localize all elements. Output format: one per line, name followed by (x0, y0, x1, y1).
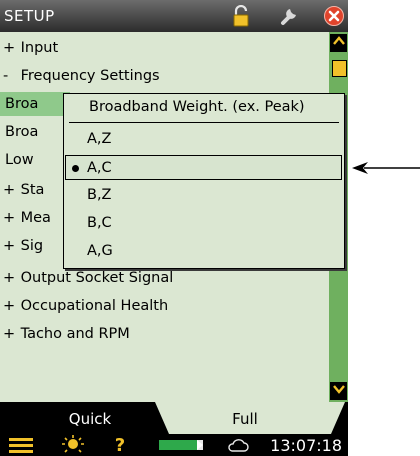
menu-item-statistics[interactable]: + Sta (0, 178, 44, 202)
menu-item-label: Sig (20, 238, 44, 254)
title-bar: SETUP (0, 0, 348, 32)
option-bz[interactable]: B,Z (67, 183, 341, 208)
tab-quick[interactable]: Quick (50, 402, 130, 434)
status-bar: ? 13:07:18 (0, 434, 348, 456)
popup-title: Broadband Weight. (ex. Peak) (89, 99, 305, 115)
chevron-up-icon (332, 36, 345, 45)
selected-bullet-icon (72, 165, 79, 172)
device-screen: SETUP + Input - Frequency Settings Broa … (0, 0, 348, 456)
popup-divider (69, 122, 339, 123)
broadband-weight-popup: Broadband Weight. (ex. Peak) A,Z A,C B,Z… (63, 93, 345, 269)
tab-bar: Quick Full (0, 402, 348, 434)
option-ac[interactable]: A,C (65, 155, 342, 180)
menu-item-low[interactable]: Low (0, 148, 34, 172)
menu-item-broadband-2[interactable]: Broa (0, 120, 38, 144)
menu-item-frequency-settings[interactable]: - Frequency Settings (0, 64, 160, 88)
menu-item-label: Mea (20, 210, 51, 226)
menu-icon[interactable] (8, 434, 34, 456)
light-icon[interactable] (60, 434, 86, 456)
menu-item-input[interactable]: + Input (0, 36, 58, 60)
cloud-icon (226, 434, 250, 456)
menu-item-label: Broa (5, 124, 39, 140)
tab-full[interactable]: Full (170, 402, 320, 434)
menu-item-measurement[interactable]: + Mea (0, 206, 51, 230)
option-bc[interactable]: B,C (67, 211, 341, 236)
lock-icon[interactable] (229, 4, 253, 28)
chevron-down-icon (332, 385, 345, 394)
menu-item-broadband-1[interactable]: Broa (0, 92, 70, 116)
menu-item-label: Tacho and RPM (20, 326, 130, 342)
option-ag[interactable]: A,G (67, 239, 341, 264)
menu-item-label: Occupational Health (20, 298, 169, 314)
menu-item-tacho-rpm[interactable]: + Tacho and RPM (0, 322, 130, 346)
menu-item-occupational-health[interactable]: + Occupational Health (0, 294, 168, 318)
menu-item-output-socket-signal[interactable]: + Output Socket Signal (0, 266, 173, 290)
menu-item-label: Output Socket Signal (20, 270, 174, 286)
option-az[interactable]: A,Z (67, 127, 341, 152)
wrench-icon[interactable] (277, 4, 301, 28)
menu-item-signal[interactable]: + Sig (0, 234, 43, 258)
clock: 13:07:18 (270, 436, 342, 455)
scroll-up-button[interactable] (330, 34, 347, 52)
close-icon[interactable] (322, 4, 346, 28)
menu-item-label: Input (20, 40, 59, 56)
menu-item-label: Low (5, 152, 34, 168)
pointer-arrow-annotation (352, 162, 420, 174)
battery-icon (158, 434, 206, 456)
menu-item-label: Frequency Settings (20, 68, 160, 84)
help-icon[interactable]: ? (110, 434, 130, 456)
menu-item-label: Sta (20, 182, 45, 198)
scroll-down-button[interactable] (330, 382, 347, 400)
scroll-thumb[interactable] (332, 60, 347, 77)
page-title: SETUP (4, 7, 55, 25)
menu-item-label: Broa (5, 96, 39, 112)
